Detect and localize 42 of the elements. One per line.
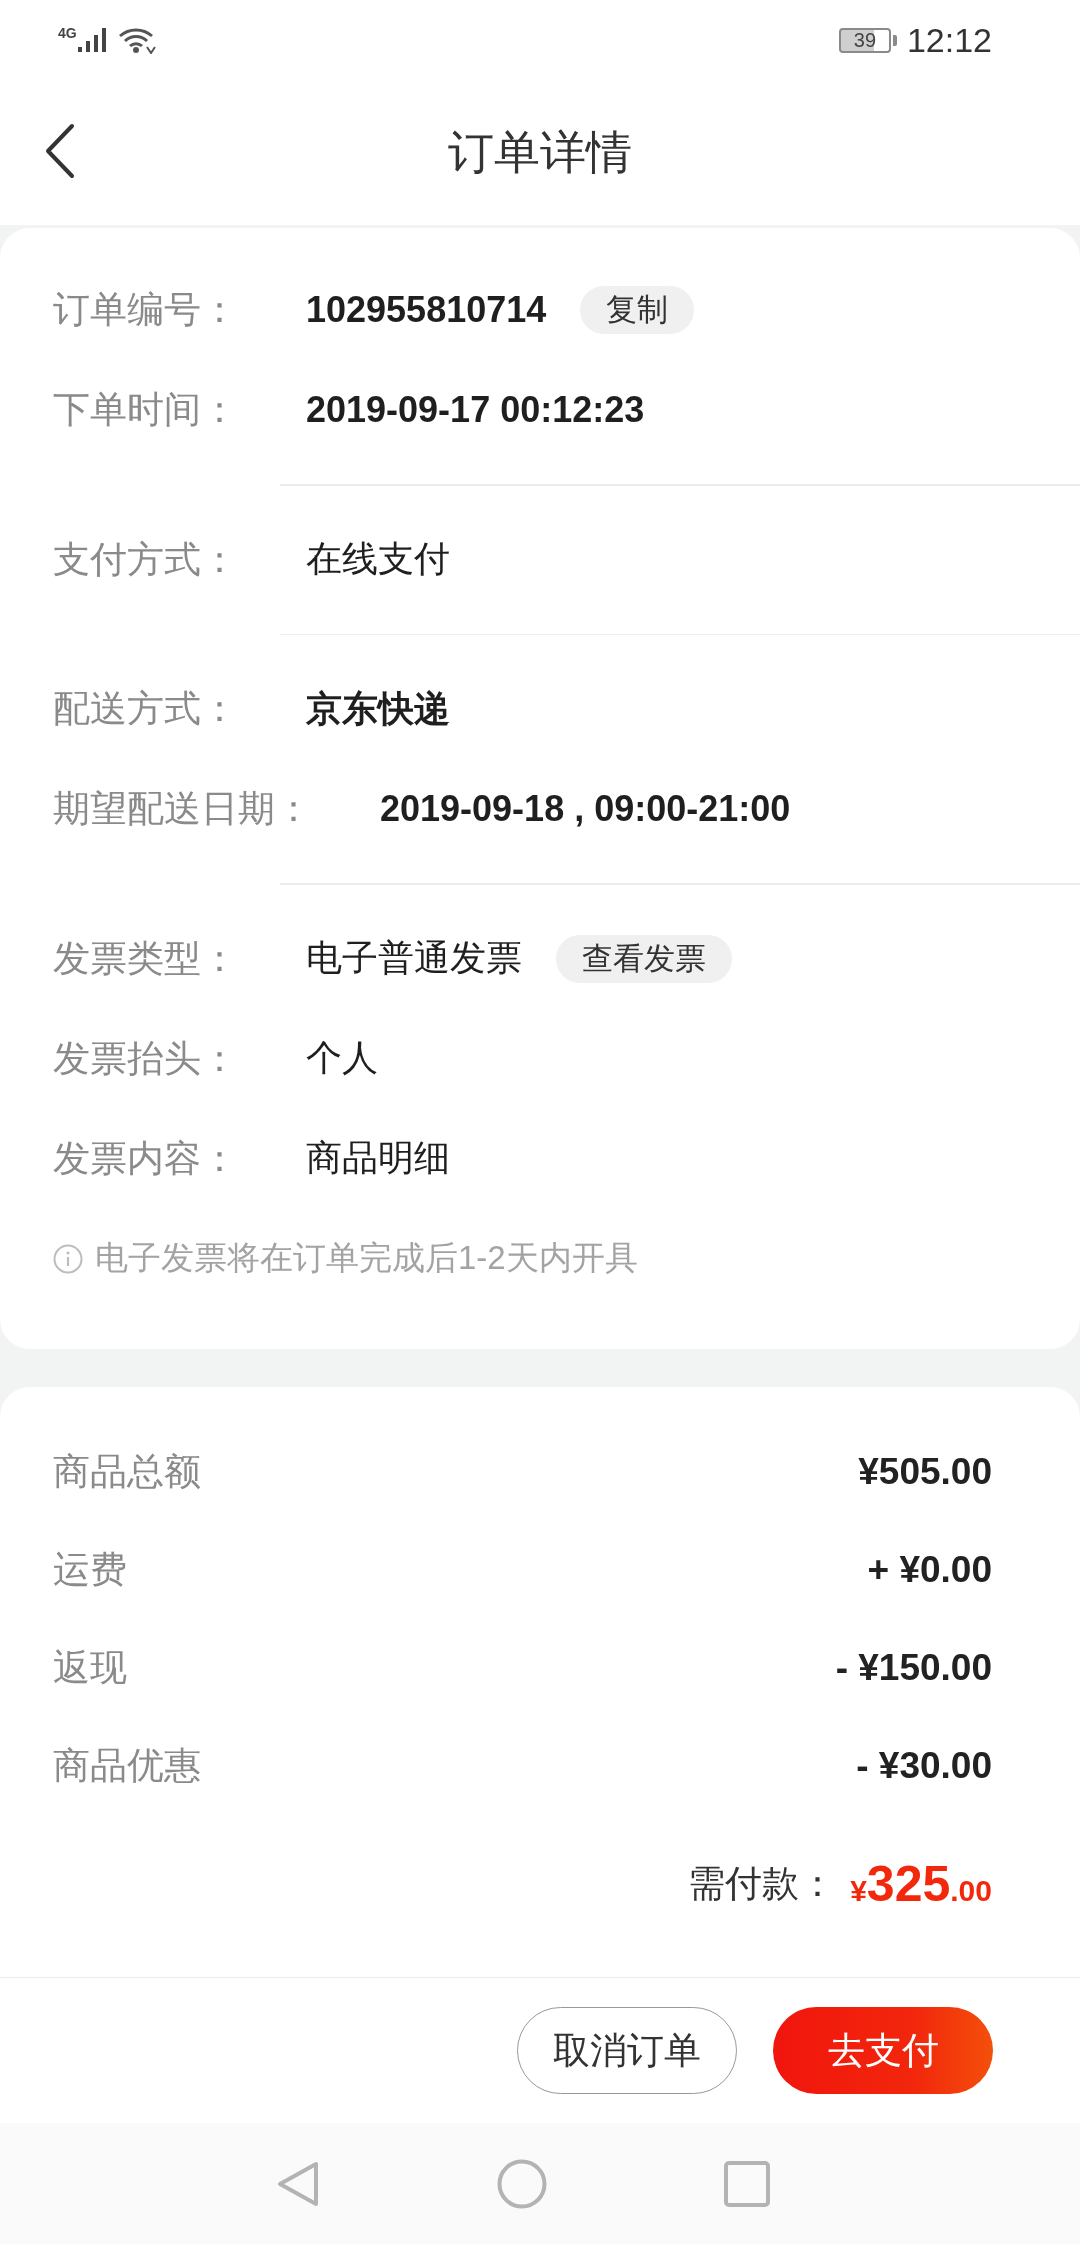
action-button[interactable]: 查看发票 (556, 934, 732, 983)
battery-indicator: 39 (838, 27, 897, 53)
note-text: 电子发票将在订单完成后1-2天内开具 (95, 1238, 638, 1278)
field-value: 商品明细 (306, 1136, 450, 1180)
field-value: 在线支付 (306, 537, 450, 581)
field-value: 电子普通发票 (306, 936, 522, 980)
price-value: - ¥150.00 (835, 1646, 992, 1689)
status-time: 12:12 (906, 20, 992, 60)
price-label: 商品优惠 (53, 1743, 201, 1788)
secondary-button[interactable]: 取消订单 (517, 2007, 737, 2094)
price-value: ¥505.00 (858, 1450, 992, 1493)
wifi-icon (117, 26, 156, 54)
field-value: 个人 (306, 1036, 378, 1080)
nav-recents-icon[interactable] (724, 2160, 770, 2207)
field-label: 配送方式： (53, 687, 238, 731)
nav-back-icon[interactable] (276, 2159, 320, 2208)
price-value: + ¥0.00 (867, 1548, 992, 1591)
field-label: 发票类型： (53, 936, 238, 981)
field-value: 102955810714 (306, 289, 547, 331)
field-value: 2019-09-17 00:12:23 (306, 389, 645, 431)
field-label: 发票抬头： (53, 1036, 238, 1081)
signal-icon (77, 28, 108, 52)
price-label: 返现 (53, 1645, 127, 1690)
info-icon (53, 1243, 83, 1274)
price-label: 商品总额 (53, 1449, 201, 1494)
action-button[interactable]: 复制 (580, 286, 695, 334)
network-type-label: 4G (58, 26, 77, 40)
total-label: 需付款： (688, 1861, 837, 1906)
page-title: 订单详情 (448, 124, 632, 180)
back-icon[interactable] (45, 122, 75, 179)
total-amount: ¥325.00 (850, 1858, 992, 1909)
field-label: 期望配送日期： (53, 787, 312, 831)
price-label: 运费 (53, 1547, 127, 1592)
nav-home-icon[interactable] (497, 2158, 547, 2209)
field-label: 订单编号： (53, 288, 238, 332)
field-label: 支付方式： (53, 537, 238, 582)
field-value: 2019-09-18 , 09:00-21:00 (380, 788, 791, 830)
field-label: 下单时间： (53, 388, 238, 432)
field-label: 发票内容： (53, 1136, 238, 1181)
primary-button[interactable]: 去支付 (773, 2007, 993, 2094)
price-value: - ¥30.00 (856, 1744, 992, 1787)
field-value: 京东快递 (306, 686, 450, 731)
